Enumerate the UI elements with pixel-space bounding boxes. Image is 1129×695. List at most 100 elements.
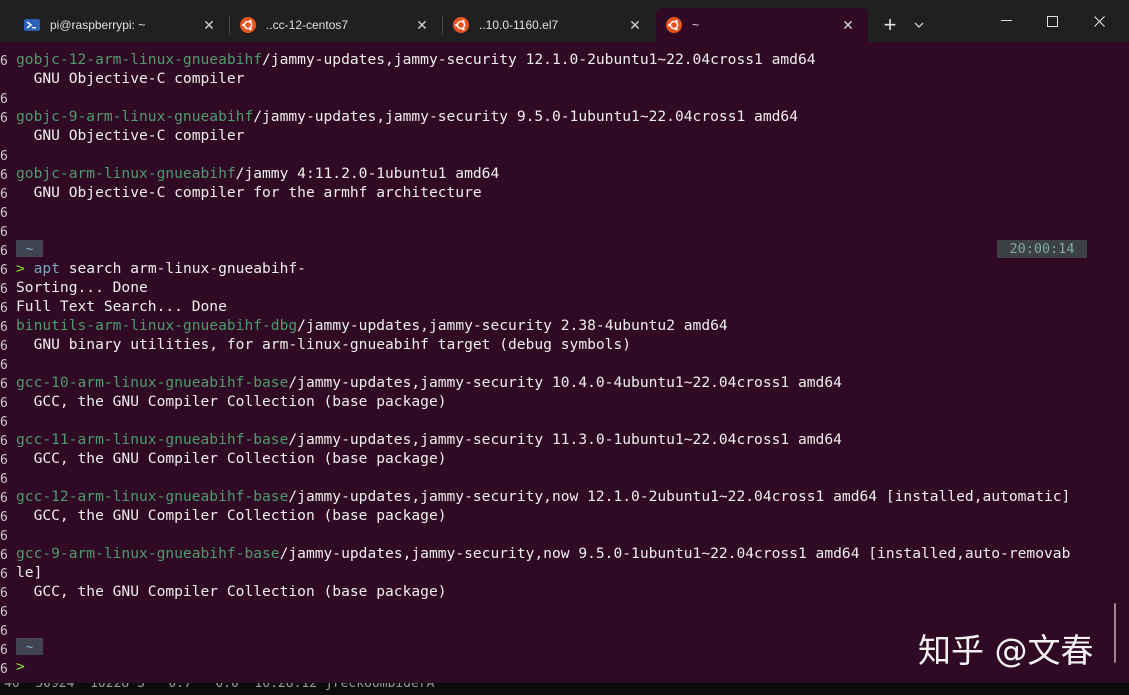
prompt-time-badge: 20:00:14 [997, 240, 1087, 258]
package-description: GNU binary utilities, for arm-linux-gnue… [16, 336, 632, 353]
gutter-char: 6 [0, 187, 8, 202]
maximize-icon [1046, 15, 1058, 27]
package-name: gobjc-9-arm-linux-gnueabihf [16, 108, 254, 125]
gutter-char: 6 [0, 586, 8, 601]
tab-close-icon[interactable]: ✕ [414, 17, 430, 34]
package-name: gobjc-12-arm-linux-gnueabihf [16, 51, 263, 68]
prompt-symbol: > [16, 260, 25, 277]
tab-centos-cc12[interactable]: ..cc-12-centos7 ✕ [230, 8, 442, 42]
gutter-char: 6 [0, 92, 8, 107]
package-details: /jammy 4:11.2.0-1ubuntu1 amd64 [235, 165, 500, 182]
gutter-char: 6 [0, 453, 8, 468]
tab-label: ..10.0-1160.el7 [479, 18, 559, 32]
close-icon [1093, 15, 1105, 27]
background-window-strip: 40 30924 10228 S 0.7 0.0 10:28.12 jrecko… [0, 683, 1129, 695]
gutter-char: 6 [0, 282, 8, 297]
command-line: > apt search arm-linux-gnueabihf- [16, 259, 306, 278]
package-details: /jammy-updates,jammy-security,now 12.1.0… [288, 488, 1071, 505]
tab-close-icon[interactable]: ✕ [201, 17, 217, 34]
gutter-char: 6 [0, 168, 8, 183]
package-name: gcc-11-arm-linux-gnueabihf-base [16, 431, 289, 448]
tab-label: pi@raspberrypi: ~ [50, 18, 146, 32]
prompt-directory-badge: ~ [16, 240, 43, 257]
tab-raspberrypi[interactable]: pi@raspberrypi: ~ ✕ [14, 8, 229, 42]
gutter-char: 6 [0, 377, 8, 392]
gutter-char: 6 [0, 263, 8, 278]
package-name: gobjc-arm-linux-gnueabihf [16, 165, 236, 182]
package-name: binutils-arm-linux-gnueabihf-dbg [16, 317, 298, 334]
tab-centos-el7[interactable]: ..10.0-1160.el7 ✕ [443, 8, 655, 42]
minimize-button[interactable] [983, 0, 1029, 42]
tab-label: ..cc-12-centos7 [266, 18, 349, 32]
gutter-char: 6 [0, 358, 8, 373]
package-description: GCC, the GNU Compiler Collection (base p… [16, 583, 447, 600]
package-line: gobjc-9-arm-linux-gnueabihf/jammy-update… [16, 107, 798, 126]
zhihu-watermark: 知乎 @文春 [918, 631, 1094, 670]
gutter-char: 6 [0, 510, 8, 525]
prompt-symbol: > [16, 658, 25, 675]
package-details: /jammy-updates,jammy-security 11.3.0-1ub… [288, 431, 842, 448]
ubuntu-icon [453, 17, 469, 33]
tab-home-active[interactable]: ~ ✕ [656, 8, 868, 42]
gutter-char: 6 [0, 396, 8, 411]
gutter-char: 6 [0, 624, 8, 639]
minimize-icon [1000, 20, 1012, 21]
gutter-char: 6 [0, 320, 8, 335]
prompt-directory-badge: ~ [16, 638, 43, 655]
gutter-char: 6 [0, 225, 8, 240]
package-details-wrap: le] [16, 564, 43, 581]
gutter-char: 6 [0, 548, 8, 563]
gutter-char: 6 [0, 301, 8, 316]
command-args: search arm-linux-gnueabihf- [59, 260, 306, 277]
close-button[interactable] [1076, 0, 1122, 42]
package-name: gcc-12-arm-linux-gnueabihf-base [16, 488, 289, 505]
status-line: Sorting... Done [16, 279, 148, 296]
tab-dropdown-button[interactable] [906, 8, 932, 42]
gutter-char: 6 [0, 149, 8, 164]
tab-close-icon[interactable]: ✕ [627, 17, 643, 34]
command-name: apt [33, 260, 60, 277]
gutter-char: 6 [0, 434, 8, 449]
active-prompt[interactable]: > [16, 657, 25, 676]
package-line: gcc-9-arm-linux-gnueabihf-base/jammy-upd… [16, 544, 1070, 563]
package-description: GCC, the GNU Compiler Collection (base p… [16, 393, 447, 410]
package-description: GNU Objective-C compiler [16, 70, 245, 87]
gutter-char: 6 [0, 206, 8, 221]
gutter-char: 6 [0, 472, 8, 487]
status-line: Full Text Search... Done [16, 298, 227, 315]
title-bar: pi@raspberrypi: ~ ✕ ..cc-12-centos7 ✕ ..… [0, 0, 1129, 42]
package-line: gcc-10-arm-linux-gnueabihf-base/jammy-up… [16, 373, 842, 392]
powershell-icon [24, 17, 40, 33]
scrollbar-thumb[interactable] [1114, 603, 1116, 663]
maximize-button[interactable] [1029, 0, 1075, 42]
package-line: binutils-arm-linux-gnueabihf-dbg/jammy-u… [16, 316, 728, 335]
gutter-char: 6 [0, 662, 8, 677]
tab-close-icon[interactable]: ✕ [840, 17, 856, 34]
package-description: GCC, the GNU Compiler Collection (base p… [16, 507, 447, 524]
background-window-gutter: 6 6 6 6 6 6 6 6 6 6 6 6 6 6 6 6 6 6 6 6 … [0, 42, 9, 682]
ubuntu-icon [240, 17, 256, 33]
package-details: /jammy-updates,jammy-security 9.5.0-1ubu… [253, 108, 798, 125]
gutter-char: 6 [0, 529, 8, 544]
package-line: gobjc-12-arm-linux-gnueabihf/jammy-updat… [16, 50, 816, 69]
gutter-char: 6 [0, 244, 8, 259]
package-name: gcc-9-arm-linux-gnueabihf-base [16, 545, 280, 562]
package-description: GCC, the GNU Compiler Collection (base p… [16, 450, 447, 467]
package-details: /jammy-updates,jammy-security,now 9.5.0-… [279, 545, 1071, 562]
tab-label: ~ [692, 18, 700, 32]
package-description: GNU Objective-C compiler for the armhf a… [16, 184, 482, 201]
package-line: gobjc-arm-linux-gnueabihf/jammy 4:11.2.0… [16, 164, 499, 183]
gutter-char: 6 [0, 339, 8, 354]
new-tab-button[interactable]: + [876, 8, 904, 42]
package-name: gcc-10-arm-linux-gnueabihf-base [16, 374, 289, 391]
gutter-char: 6 [0, 567, 8, 582]
background-text: 40 30924 10228 S 0.7 0.0 10:28.12 jrecko… [4, 683, 435, 691]
gutter-char: 6 [0, 643, 8, 658]
package-details: /jammy-updates,jammy-security 2.38-4ubun… [297, 317, 728, 334]
package-details: /jammy-updates,jammy-security 12.1.0-2ub… [262, 51, 816, 68]
gutter-char: 6 [0, 415, 8, 430]
gutter-char: 6 [0, 605, 8, 620]
package-description: GNU Objective-C compiler [16, 127, 245, 144]
package-details: /jammy-updates,jammy-security 10.4.0-4ub… [288, 374, 842, 391]
gutter-char: 6 [0, 111, 8, 126]
